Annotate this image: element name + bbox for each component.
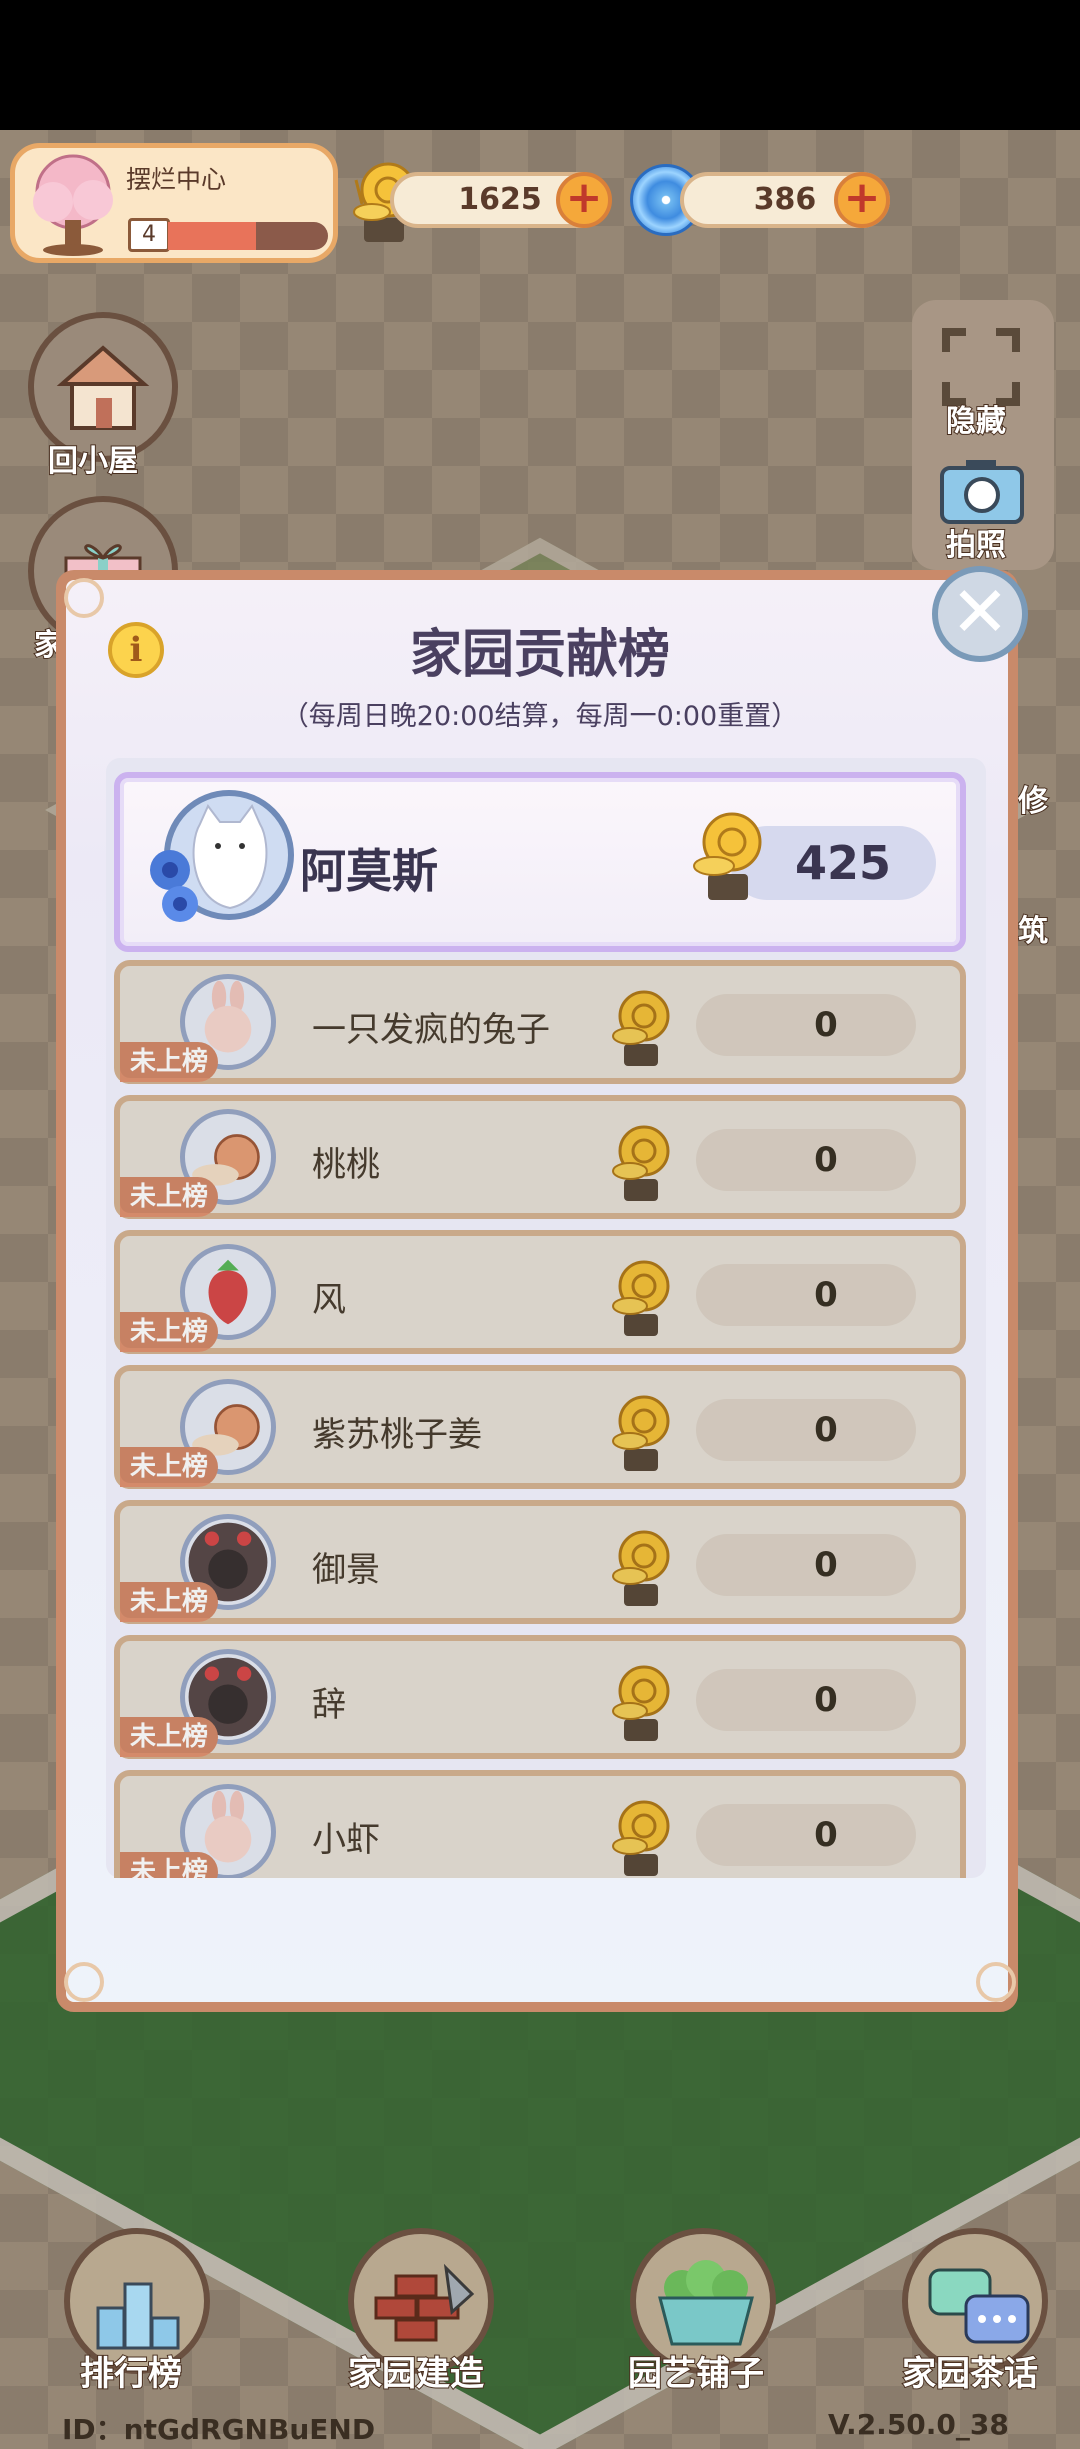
add-snail-currency-button[interactable]: + — [556, 172, 612, 228]
chat-bubbles-icon — [928, 2268, 1030, 2344]
dialog-title: 家园贡献榜 — [409, 625, 670, 685]
bricks-trowel-icon — [374, 2263, 475, 2342]
row-dim-overlay — [120, 1506, 960, 1618]
house-icon — [56, 345, 150, 430]
top-player-name: 阿莫斯 — [300, 844, 438, 898]
dialog-corner-ornament — [64, 1962, 104, 2002]
ranking-rows-viewport[interactable]: 未上榜 一只发疯的兔子 0 未上榜 桃桃 0 未上榜风 0 未上榜 紫苏桃子姜 0 未上榜 御景 0 未上榜… — [106, 960, 986, 1878]
row-dim-overlay — [120, 1371, 960, 1483]
ranking-row[interactable]: 未上榜 小虾 0 — [114, 1770, 966, 1878]
snail-trophy-icon — [693, 812, 762, 900]
blue-rose-ornament-icon — [150, 850, 198, 922]
build-button-label: 家园建造 — [347, 2353, 485, 2395]
ranking-row[interactable]: 未上榜 紫苏桃子姜 0 — [114, 1365, 966, 1489]
row-dim-overlay — [120, 1641, 960, 1753]
add-swirl-currency-button[interactable]: + — [834, 172, 890, 228]
partial-right-label-2: 筑 — [1017, 913, 1049, 950]
row-dim-overlay — [120, 1236, 960, 1348]
row-dim-overlay — [120, 1101, 960, 1213]
partial-right-label-1: 修 — [1017, 783, 1049, 820]
dialog-subtitle: （每周日晚20:00结算，每周一0:00重置） — [281, 701, 799, 732]
ranking-row[interactable]: 未上榜 一只发疯的兔子 0 — [114, 960, 966, 1084]
chat-button-label: 家园茶话 — [901, 2353, 1039, 2395]
level-progress-fill — [168, 222, 256, 250]
podium-icon — [96, 2282, 180, 2350]
hide-button-label: 隐藏 — [945, 403, 1007, 440]
shop-button-label: 园艺铺子 — [627, 2353, 765, 2395]
level-progress-bar — [168, 222, 328, 250]
rank-button-label: 排行榜 — [79, 2353, 183, 2395]
ranking-row[interactable]: 未上榜风 0 — [114, 1230, 966, 1354]
planter-basket-icon — [658, 2260, 754, 2346]
photo-button-label: 拍照 — [945, 527, 1007, 564]
cherry-tree-icon — [33, 154, 113, 256]
game-version: V.2.50.0_38 — [828, 2408, 1009, 2441]
camera-icon[interactable] — [936, 456, 1028, 526]
home-button-label: 回小屋 — [47, 443, 139, 480]
row-dim-overlay — [120, 966, 960, 1078]
garden-level: 4 — [128, 218, 170, 252]
garden-name: 摆烂中心 — [126, 165, 227, 194]
ranking-row[interactable]: 未上榜 桃桃 0 — [114, 1095, 966, 1219]
row-dim-overlay — [120, 1776, 960, 1878]
player-id: ID：ntGdRGNBuEND — [62, 2413, 376, 2446]
dialog-corner-ornament — [976, 1962, 1016, 2002]
ranking-row[interactable]: 未上榜 御景 0 — [114, 1500, 966, 1624]
ranking-row[interactable]: 未上榜辞 0 — [114, 1635, 966, 1759]
